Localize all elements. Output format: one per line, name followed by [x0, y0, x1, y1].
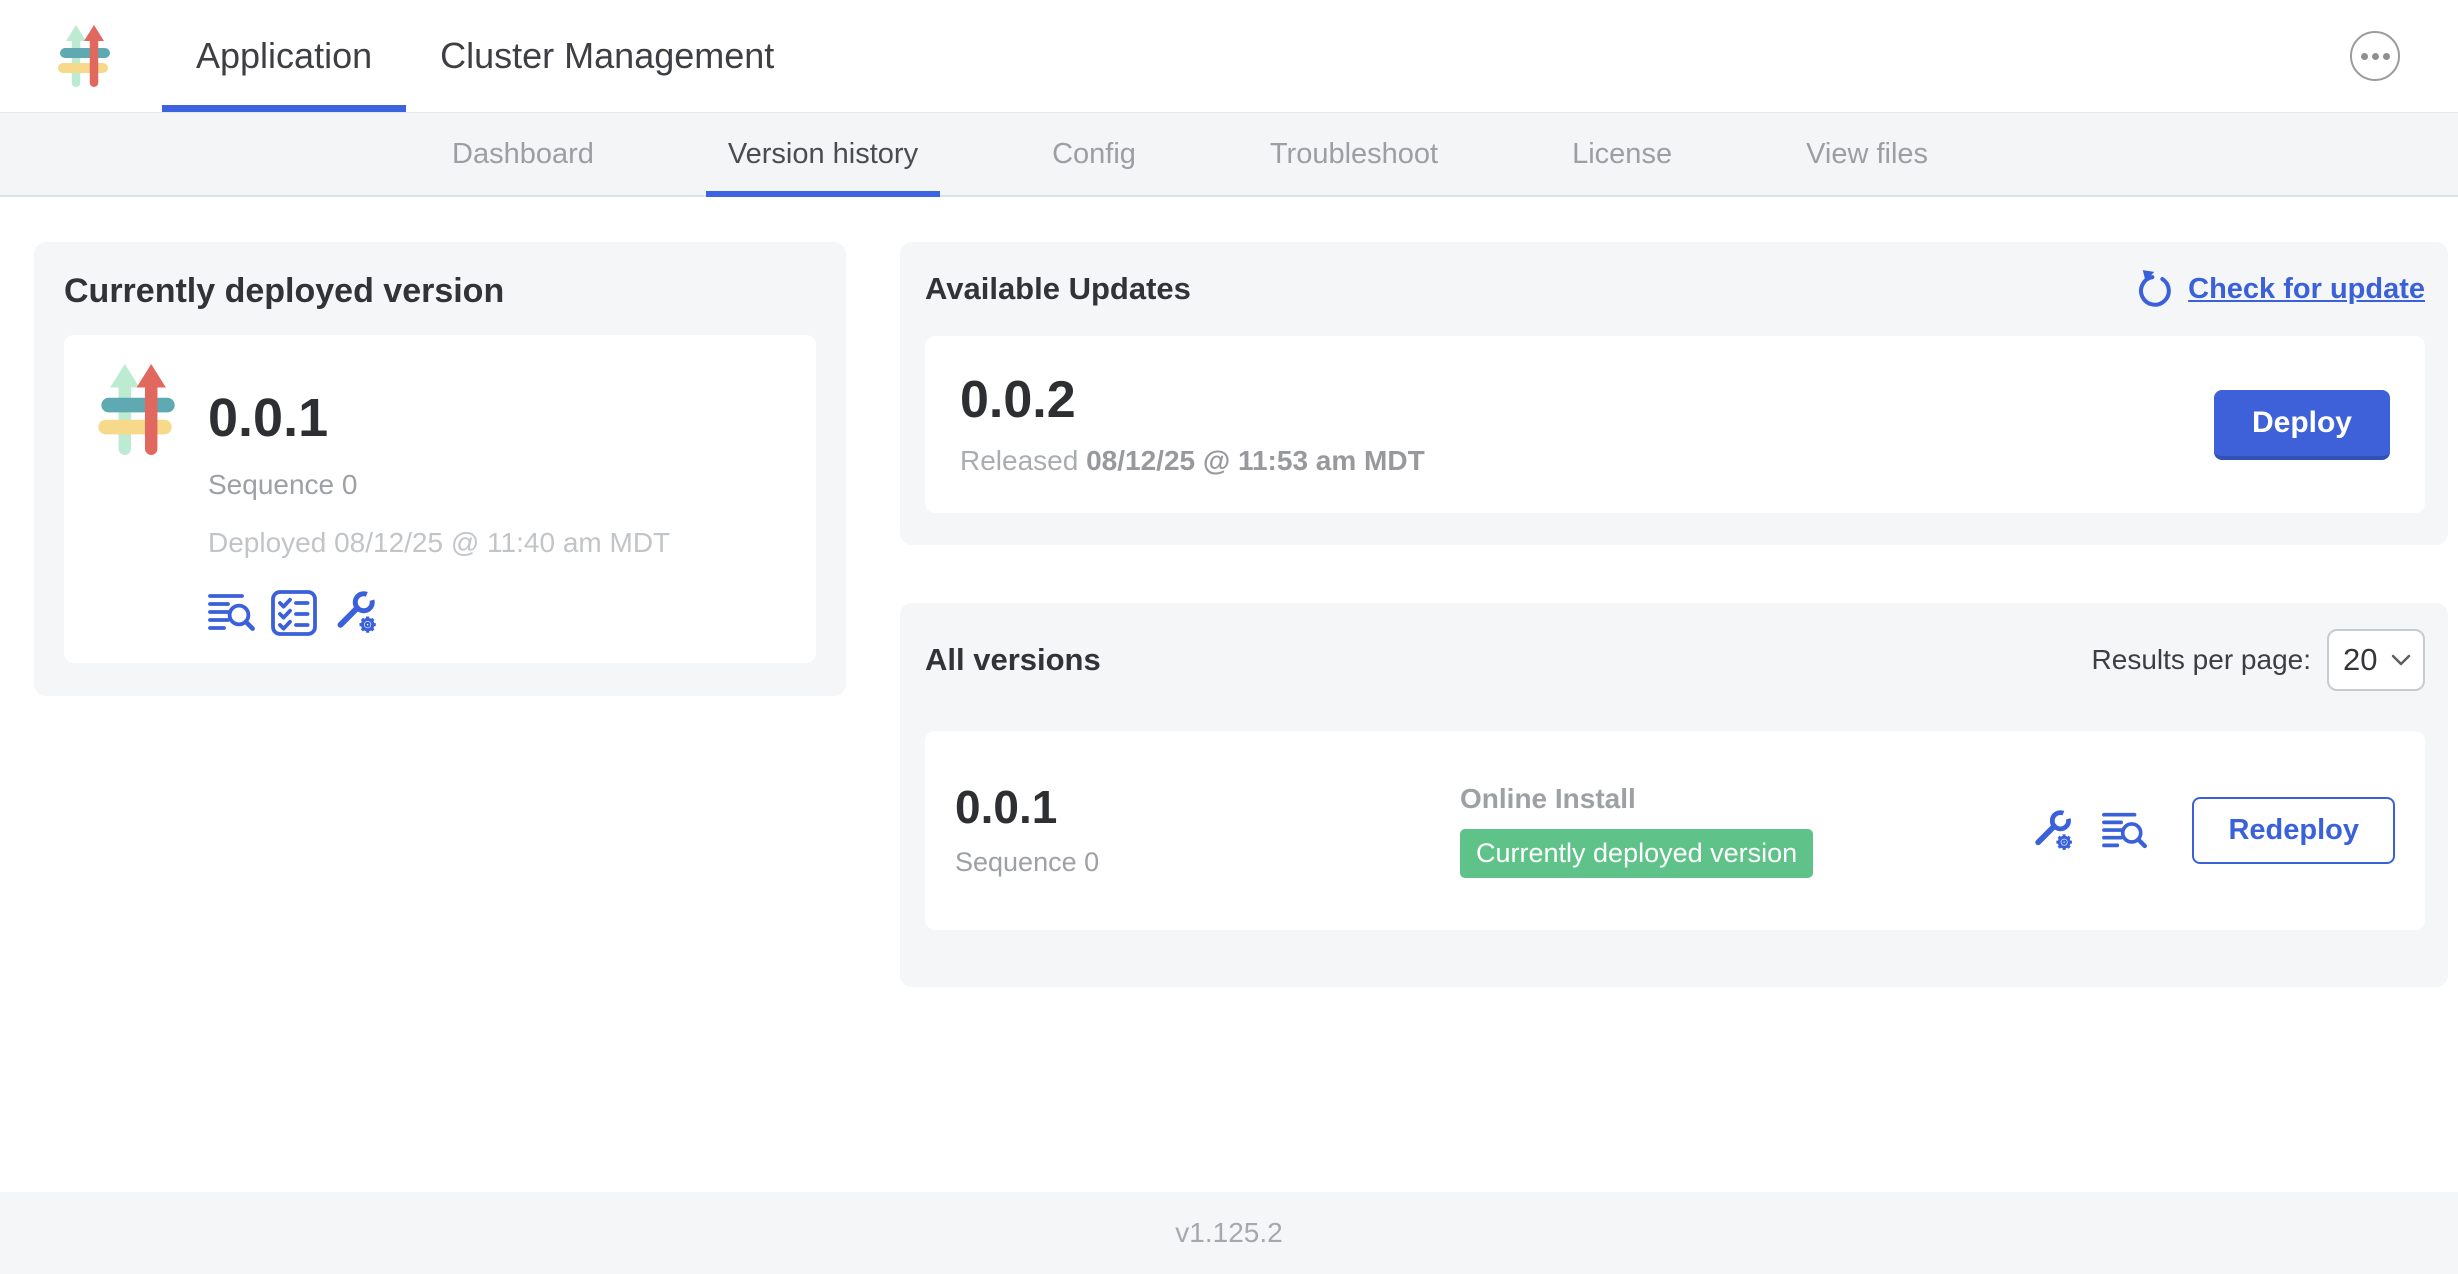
available-updates-title: Available Updates [925, 271, 1191, 307]
released-date: 08/12/25 @ 11:53 am MDT [1086, 445, 1425, 476]
all-versions-panel: All versions Results per page: 20 0.0.1 … [900, 603, 2448, 987]
console-version: v1.125.2 [1175, 1217, 1282, 1249]
top-nav-spacer [808, 0, 2350, 112]
currently-deployed-title: Currently deployed version [64, 272, 816, 311]
app-footer: v1.125.2 [0, 1192, 2458, 1274]
deployed-sequence: Sequence 0 [208, 469, 670, 501]
currently-deployed-badge: Currently deployed version [1460, 829, 1813, 878]
app-sub-nav: Dashboard Version history Config Trouble… [0, 113, 2458, 197]
tab-application[interactable]: Application [162, 0, 406, 112]
row-install-info: Online Install Currently deployed versio… [1460, 783, 1813, 878]
tab-dashboard[interactable]: Dashboard [430, 113, 616, 195]
redeploy-button[interactable]: Redeploy [2192, 797, 2395, 864]
results-per-page-value: 20 [2343, 642, 2377, 678]
tab-cluster-management[interactable]: Cluster Management [406, 0, 808, 112]
row-version-number: 0.0.1 [955, 783, 1460, 831]
available-update-info: 0.0.2 Released 08/12/25 @ 11:53 am MDT [960, 373, 1425, 477]
check-for-update-link[interactable]: Check for update [2188, 273, 2425, 306]
app-logo-icon [94, 361, 182, 458]
results-per-page-label: Results per page: [2092, 644, 2311, 676]
top-nav: Application Cluster Management [0, 0, 2458, 113]
row-actions: Redeploy [2030, 797, 2395, 864]
diff-icon[interactable] [2102, 808, 2148, 854]
version-row: 0.0.1 Sequence 0 Online Install Currentl… [925, 731, 2425, 930]
tab-version-history[interactable]: Version history [706, 113, 940, 195]
install-type-label: Online Install [1460, 783, 1636, 815]
right-column: Available Updates Check for update 0.0.2… [900, 242, 2448, 987]
released-prefix: Released [960, 445, 1078, 476]
deployed-version-info: 0.0.1 Sequence 0 Deployed 08/12/25 @ 11:… [208, 361, 670, 637]
deployed-version-actions [208, 589, 670, 637]
available-update-card: 0.0.2 Released 08/12/25 @ 11:53 am MDT D… [925, 336, 2425, 513]
row-sequence: Sequence 0 [955, 847, 1460, 878]
update-released-timestamp: Released 08/12/25 @ 11:53 am MDT [960, 445, 1425, 477]
top-nav-tabs: Application Cluster Management [162, 0, 808, 112]
config-icon[interactable] [2030, 808, 2076, 854]
currently-deployed-panel: Currently deployed version 0.0.1 Sequenc… [34, 242, 846, 696]
app-logo-icon [55, 23, 115, 89]
all-versions-title: All versions [925, 642, 1101, 678]
tab-view-files[interactable]: View files [1784, 113, 1950, 195]
chevron-down-icon [2391, 653, 2411, 667]
tab-license[interactable]: License [1550, 113, 1694, 195]
update-version-number: 0.0.2 [960, 373, 1425, 427]
config-icon[interactable] [332, 589, 380, 637]
deployed-timestamp: Deployed 08/12/25 @ 11:40 am MDT [208, 527, 670, 559]
deployed-version-number: 0.0.1 [208, 389, 670, 447]
refresh-icon[interactable] [2134, 268, 2176, 310]
app-logo [55, 23, 115, 89]
diff-icon[interactable] [208, 589, 256, 637]
tab-config[interactable]: Config [1030, 113, 1158, 195]
ellipsis-menu-icon[interactable] [2350, 31, 2400, 81]
deployed-version-card: 0.0.1 Sequence 0 Deployed 08/12/25 @ 11:… [64, 335, 816, 663]
row-version-info: 0.0.1 Sequence 0 [955, 783, 1460, 878]
deploy-button[interactable]: Deploy [2214, 390, 2390, 460]
available-updates-panel: Available Updates Check for update 0.0.2… [900, 242, 2448, 545]
results-per-page-select[interactable]: 20 [2327, 629, 2425, 691]
tab-troubleshoot[interactable]: Troubleshoot [1248, 113, 1460, 195]
preflight-checks-icon[interactable] [270, 589, 318, 637]
main-content: Currently deployed version 0.0.1 Sequenc… [0, 197, 2458, 987]
